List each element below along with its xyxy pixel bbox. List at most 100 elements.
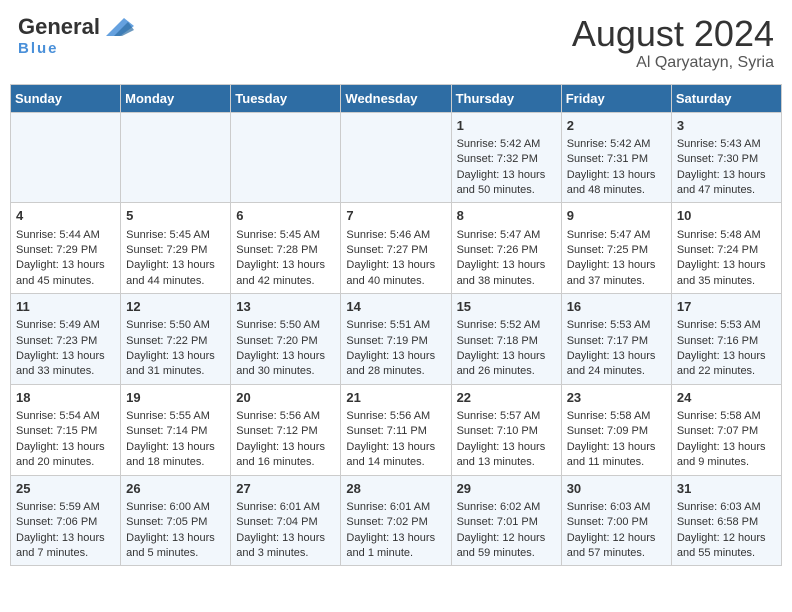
day-info-line: Sunset: 7:25 PM (567, 243, 666, 258)
day-number: 30 (567, 480, 666, 498)
day-info-line: and 31 minutes. (126, 364, 225, 379)
day-info-line: and 11 minutes. (567, 455, 666, 470)
day-info-line: Sunrise: 5:53 AM (567, 318, 666, 333)
day-info-line: Daylight: 13 hours (346, 349, 445, 364)
day-cell: 20 Sunrise: 5:56 AMSunset: 7:12 PMDayligh… (231, 384, 341, 475)
week-row-5: 25Sunrise: 5:59 AMSunset: 7:06 PMDayligh… (11, 475, 782, 566)
day-info-line: Sunset: 7:23 PM (16, 334, 115, 349)
day-info-line: Daylight: 13 hours (16, 440, 115, 455)
day-info-line: Sunrise: 5:50 AM (236, 318, 335, 333)
day-number: 10 (677, 207, 776, 225)
day-info-line: Sunrise: 6:00 AM (126, 500, 225, 515)
day-info-line: and 28 minutes. (346, 364, 445, 379)
day-info-line: Sunrise: 5:55 AM (126, 409, 225, 424)
day-info-line: Sunset: 7:11 PM (346, 424, 445, 439)
day-info-line: Sunset: 7:00 PM (567, 515, 666, 530)
day-cell: 14Sunrise: 5:51 AMSunset: 7:19 PMDayligh… (341, 294, 451, 385)
day-info-line: Sunset: 7:15 PM (16, 424, 115, 439)
day-number: 13 (236, 298, 335, 316)
day-info-line: Daylight: 13 hours (126, 531, 225, 546)
day-info-line: Sunrise: 5:43 AM (677, 137, 776, 152)
day-info-line: and 5 minutes. (126, 546, 225, 561)
day-info-line: Sunrise: 5:54 AM (16, 409, 115, 424)
day-info-line: Sunset: 7:02 PM (346, 515, 445, 530)
day-number: 15 (457, 298, 556, 316)
day-info-line: Daylight: 13 hours (236, 531, 335, 546)
day-info-line: Daylight: 13 hours (457, 168, 556, 183)
day-number: 20 (236, 389, 335, 407)
day-cell: 27Sunrise: 6:01 AMSunset: 7:04 PMDayligh… (231, 475, 341, 566)
day-number: 4 (16, 207, 115, 225)
day-info-line: Daylight: 13 hours (457, 349, 556, 364)
day-info-line: Sunset: 7:16 PM (677, 334, 776, 349)
day-info-line: and 16 minutes. (236, 455, 335, 470)
day-info-line: Sunrise: 6:01 AM (236, 500, 335, 515)
day-cell: 5Sunrise: 5:45 AMSunset: 7:29 PMDaylight… (121, 203, 231, 294)
week-row-1: 1Sunrise: 5:42 AMSunset: 7:32 PMDaylight… (11, 112, 782, 203)
day-info-line: Sunrise: 5:56 AM (236, 409, 335, 424)
week-row-3: 11Sunrise: 5:49 AMSunset: 7:23 PMDayligh… (11, 294, 782, 385)
day-info-line: Sunset: 7:28 PM (236, 243, 335, 258)
day-cell: 4Sunrise: 5:44 AMSunset: 7:29 PMDaylight… (11, 203, 121, 294)
day-info-line: Sunset: 7:12 PM (236, 424, 335, 439)
day-info-line: Sunrise: 5:47 AM (457, 228, 556, 243)
column-header-wednesday: Wednesday (341, 84, 451, 112)
day-number: 8 (457, 207, 556, 225)
day-number: 23 (567, 389, 666, 407)
day-cell: 16Sunrise: 5:53 AMSunset: 7:17 PMDayligh… (561, 294, 671, 385)
day-info-line: Sunrise: 5:49 AM (16, 318, 115, 333)
day-number: 29 (457, 480, 556, 498)
day-number: 31 (677, 480, 776, 498)
day-info-line: Sunrise: 5:58 AM (567, 409, 666, 424)
day-info-line: and 44 minutes. (126, 274, 225, 289)
day-number: 24 (677, 389, 776, 407)
day-info-line: Sunset: 7:26 PM (457, 243, 556, 258)
day-info-line: and 40 minutes. (346, 274, 445, 289)
column-header-saturday: Saturday (671, 84, 781, 112)
day-info-line: Daylight: 13 hours (126, 349, 225, 364)
day-info-line: Sunrise: 5:51 AM (346, 318, 445, 333)
day-number: 27 (236, 480, 335, 498)
day-info-line: and 26 minutes. (457, 364, 556, 379)
day-cell: 25Sunrise: 5:59 AMSunset: 7:06 PMDayligh… (11, 475, 121, 566)
day-cell (231, 112, 341, 203)
day-cell: 18Sunrise: 5:54 AMSunset: 7:15 PMDayligh… (11, 384, 121, 475)
day-info-line: and 22 minutes. (677, 364, 776, 379)
day-info-line: Sunset: 7:32 PM (457, 152, 556, 167)
day-number: 6 (236, 207, 335, 225)
day-info-line: Sunrise: 5:45 AM (236, 228, 335, 243)
day-info-line: and 48 minutes. (567, 183, 666, 198)
day-info-line: Daylight: 13 hours (677, 440, 776, 455)
day-info-line: and 33 minutes. (16, 364, 115, 379)
day-info-line: and 1 minute. (346, 546, 445, 561)
day-info-line: Sunset: 7:09 PM (567, 424, 666, 439)
day-info-line: Sunset: 7:10 PM (457, 424, 556, 439)
day-info-line: and 59 minutes. (457, 546, 556, 561)
day-info-line: Daylight: 13 hours (16, 349, 115, 364)
day-info-line: and 9 minutes. (677, 455, 776, 470)
day-cell: 6 Sunrise: 5:45 AMSunset: 7:28 PMDaylight… (231, 203, 341, 294)
day-info-line: Sunrise: 5:50 AM (126, 318, 225, 333)
day-info-line: Daylight: 13 hours (236, 440, 335, 455)
day-number: 1 (457, 117, 556, 135)
day-info-line: Daylight: 13 hours (567, 349, 666, 364)
day-info-line: and 50 minutes. (457, 183, 556, 198)
day-number: 11 (16, 298, 115, 316)
day-info-line: Sunset: 7:24 PM (677, 243, 776, 258)
month-year-title: August 2024 (572, 14, 774, 54)
day-cell: 24 Sunrise: 5:58 AMSunset: 7:07 PMDayligh… (671, 384, 781, 475)
day-info-line: Sunset: 7:07 PM (677, 424, 776, 439)
day-info-line: Sunset: 6:58 PM (677, 515, 776, 530)
day-info-line: and 7 minutes. (16, 546, 115, 561)
day-info-line: Daylight: 13 hours (236, 258, 335, 273)
day-number: 5 (126, 207, 225, 225)
logo: General Blue (18, 14, 136, 57)
day-info-line: Sunrise: 5:58 AM (677, 409, 776, 424)
day-cell: 17Sunrise: 5:53 AMSunset: 7:16 PMDayligh… (671, 294, 781, 385)
day-cell: 3Sunrise: 5:43 AMSunset: 7:30 PMDaylight… (671, 112, 781, 203)
day-info-line: and 45 minutes. (16, 274, 115, 289)
day-info-line: Daylight: 13 hours (677, 258, 776, 273)
day-info-line: Sunset: 7:19 PM (346, 334, 445, 349)
day-info-line: Daylight: 13 hours (677, 168, 776, 183)
column-header-monday: Monday (121, 84, 231, 112)
